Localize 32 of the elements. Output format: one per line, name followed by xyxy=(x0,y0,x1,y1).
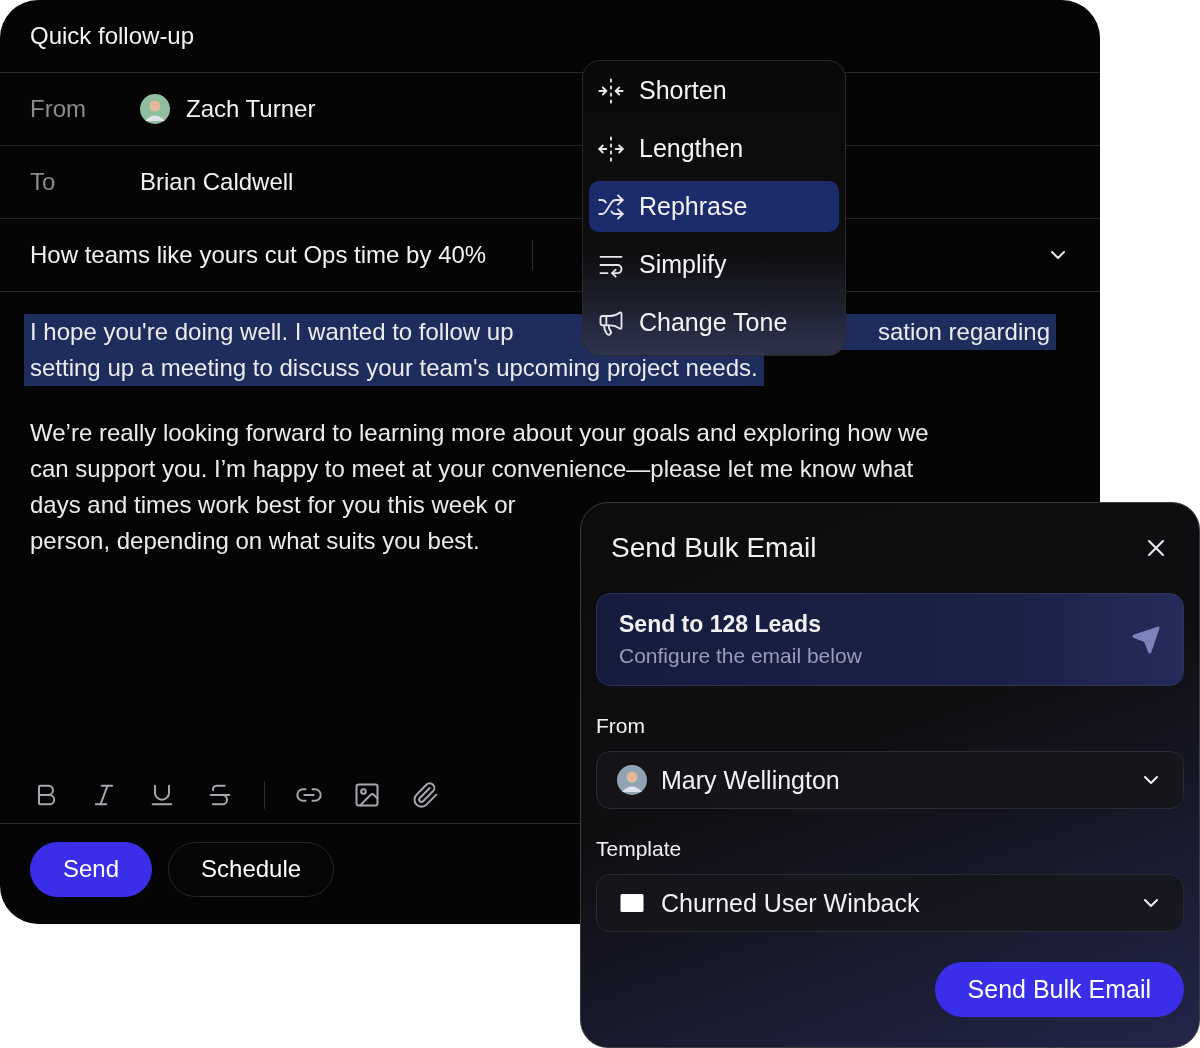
lengthen-icon xyxy=(597,134,625,163)
selected-text: setting up a meeting to discuss your team's upcoming project needs. xyxy=(24,350,764,386)
avatar-icon xyxy=(140,94,170,124)
field-label: Template xyxy=(596,837,683,861)
field-label: From xyxy=(596,714,646,738)
field-value[interactable]: Brian Caldwell xyxy=(140,168,294,196)
send-button[interactable]: Send xyxy=(30,841,153,897)
subject-field[interactable]: How teams like yours cut Ops time by 40% xyxy=(30,241,487,269)
schedule-button[interactable]: Schedule xyxy=(168,841,335,897)
body-text: person, depending on what suits you best. xyxy=(29,526,481,556)
window-title: Quick follow-up xyxy=(30,22,195,50)
shuffle-icon xyxy=(597,192,625,221)
select-field[interactable]: Churned User Winback xyxy=(596,874,1184,932)
field-value[interactable]: Zach Turner xyxy=(186,95,316,123)
body-text: can support you. I’m happy to meet at your convenience—please let me know what xyxy=(29,454,915,484)
avatar-icon xyxy=(617,765,647,795)
field-label: From xyxy=(30,95,87,123)
field-label: To xyxy=(30,168,57,196)
menu-item[interactable]: Lengthen xyxy=(589,123,839,174)
paperclip-icon[interactable] xyxy=(411,780,439,809)
body-text: days and times work best for you this week or xyxy=(29,490,517,520)
send-icon xyxy=(1131,624,1161,655)
menu-item[interactable]: Simplify xyxy=(589,239,839,290)
send-bulk-email-button[interactable]: Send Bulk Email xyxy=(934,962,1184,1017)
select-field[interactable]: Mary Wellington xyxy=(596,751,1184,809)
summary-subtitle: Configure the email below xyxy=(619,644,862,668)
dialog-title: Send Bulk Email xyxy=(611,532,817,564)
menu-item[interactable]: Rephrase xyxy=(589,181,839,232)
menu-item[interactable]: Shorten xyxy=(589,65,839,116)
shorten-icon xyxy=(597,76,625,105)
summary-title: Send to 128 Leads xyxy=(619,611,822,638)
body-text: We’re really looking forward to learning more about your goals and exploring how we xyxy=(29,418,930,448)
